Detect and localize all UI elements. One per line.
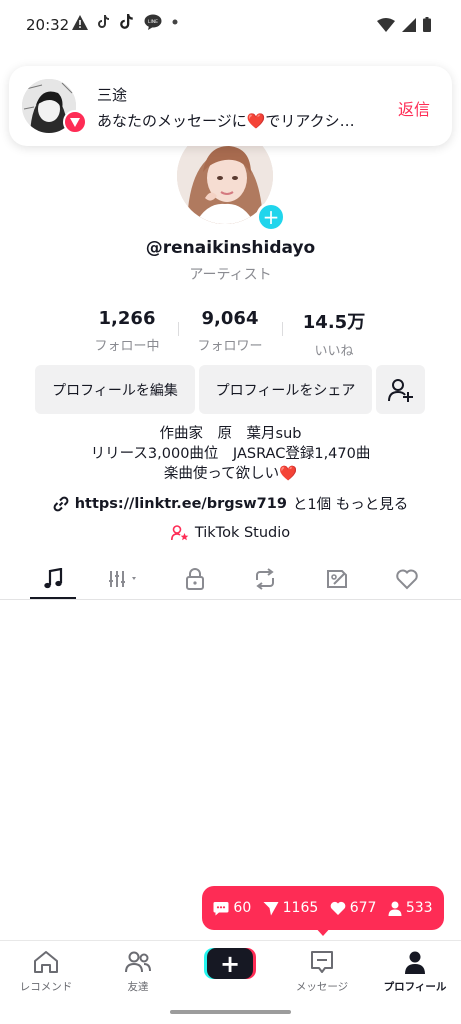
message-notification-banner[interactable]: 三途 あなたのメッセージに❤️でリアクシ… 返信 [9,66,452,146]
status-bar: 20:32 LINE [0,0,461,52]
signal-icon [402,17,416,32]
studio-user-star-icon [170,525,189,541]
wifi-icon [377,17,395,32]
status-system-icons [377,17,431,32]
nav-home-label: レコメンド [19,981,73,993]
tab-reposts[interactable] [242,564,288,594]
tab-private[interactable] [172,564,218,594]
stat-label: いいね [314,344,354,359]
studio-label[interactable]: TikTok Studio [195,525,290,541]
stat-label: フォロー中 [94,339,160,354]
filter-bars-icon [109,571,136,587]
profile-bio: 作曲家 原 葉月sub リリース3,000曲位 JASRAC登録1,470曲 楽… [0,424,461,484]
likes-count: 677 [349,900,377,916]
status-time: 20:32 [26,16,70,34]
stat-divider [282,322,283,336]
home-icon [34,951,58,973]
nav-messages-label: メッセージ [295,981,349,993]
bio-line: リリース3,000曲位 JASRAC登録1,470曲 [90,446,371,462]
reply-button[interactable]: 返信 [398,96,430,120]
sender-name: 三途 [97,86,128,104]
link-url[interactable]: https://linktr.ee/brgsw719 [75,496,287,512]
link-more[interactable]: と1個 もっと見る [293,493,408,514]
stat-value: 1,266 [98,308,156,329]
tab-playlists[interactable] [102,564,148,594]
repost-icon [256,568,274,590]
heart-icon [330,901,346,915]
notification-message: あなたのメッセージに❤️でリアクシ… [97,112,355,130]
stat-followers[interactable]: 9,064 フォロワー [180,308,280,354]
comments-stat: 60 [213,900,251,916]
tag-icon [327,570,347,588]
svg-text:LINE: LINE [148,19,158,25]
nav-friends-label: 友達 [127,981,149,993]
stat-following[interactable]: 1,266 フォロー中 [77,308,177,354]
shares-stat: 1165 [263,900,319,916]
nav-profile-label: プロフィール [383,981,447,993]
tab-liked[interactable] [384,564,430,594]
stat-likes[interactable]: 14.5万 いいね [284,308,384,359]
person-icon [388,901,402,916]
friends-icon [125,951,151,973]
line-app-icon: LINE [144,14,162,30]
followers-count: 533 [405,900,433,916]
bio-line: 楽曲使って欲しい❤️ [163,466,298,482]
likes-stat: 677 [330,900,377,916]
nav-messages[interactable]: メッセージ [276,949,368,994]
add-story-button[interactable]: + [256,202,286,232]
battery-icon [423,17,431,32]
profile-stats: 1,266 フォロー中 9,064 フォロワー 14.5万 いいね [0,308,461,359]
profile-icon [405,951,425,974]
tiktok-studio-link[interactable]: TikTok Studio [0,525,461,541]
message-badge [63,110,87,134]
profile-link[interactable]: https://linktr.ee/brgsw719 と1個 もっと見る [0,493,461,514]
share-profile-button[interactable]: プロフィールをシェア [199,365,372,414]
stat-divider [178,322,179,336]
tab-tagged[interactable] [314,564,360,594]
stat-value: 14.5万 [302,312,366,333]
stat-label: フォロワー [197,339,263,354]
edit-profile-button[interactable]: プロフィールを編集 [35,365,195,414]
bio-line: 作曲家 原 葉月sub [159,426,302,442]
followers-stat: 533 [388,900,433,916]
add-user-icon [387,378,413,402]
stat-value: 9,064 [201,308,259,329]
warning-icon [72,14,88,30]
inbox-icon [311,951,333,973]
shares-count: 1165 [282,900,319,916]
tab-music[interactable] [30,564,76,594]
profile-category: アーティスト [189,267,272,283]
home-indicator[interactable] [170,1010,291,1014]
heart-outline-icon [396,569,418,590]
add-friends-button[interactable] [376,365,425,414]
tiktok-small-icon [98,15,109,28]
activity-stats-bubble[interactable]: 60 1165 677 533 [202,886,444,930]
status-notification-icons: LINE [72,14,178,30]
tiktok-icon [120,14,133,29]
profile-username: @renaikinshidayo [145,238,316,258]
create-button[interactable]: + [207,948,253,979]
lock-icon [186,568,204,590]
nav-profile[interactable]: プロフィール [369,949,461,994]
profile-content-tabs [0,560,461,600]
comments-count: 60 [233,900,252,916]
more-dot-icon [172,19,178,25]
comment-icon [213,901,229,915]
active-tab-indicator [30,597,76,599]
nav-friends[interactable]: 友達 [92,949,184,994]
nav-home[interactable]: レコメンド [0,949,92,994]
music-note-icon [44,568,63,589]
send-arrow-icon [70,118,80,127]
bubble-pointer [314,926,332,936]
link-icon [53,496,69,511]
send-arrow-icon [263,901,279,915]
